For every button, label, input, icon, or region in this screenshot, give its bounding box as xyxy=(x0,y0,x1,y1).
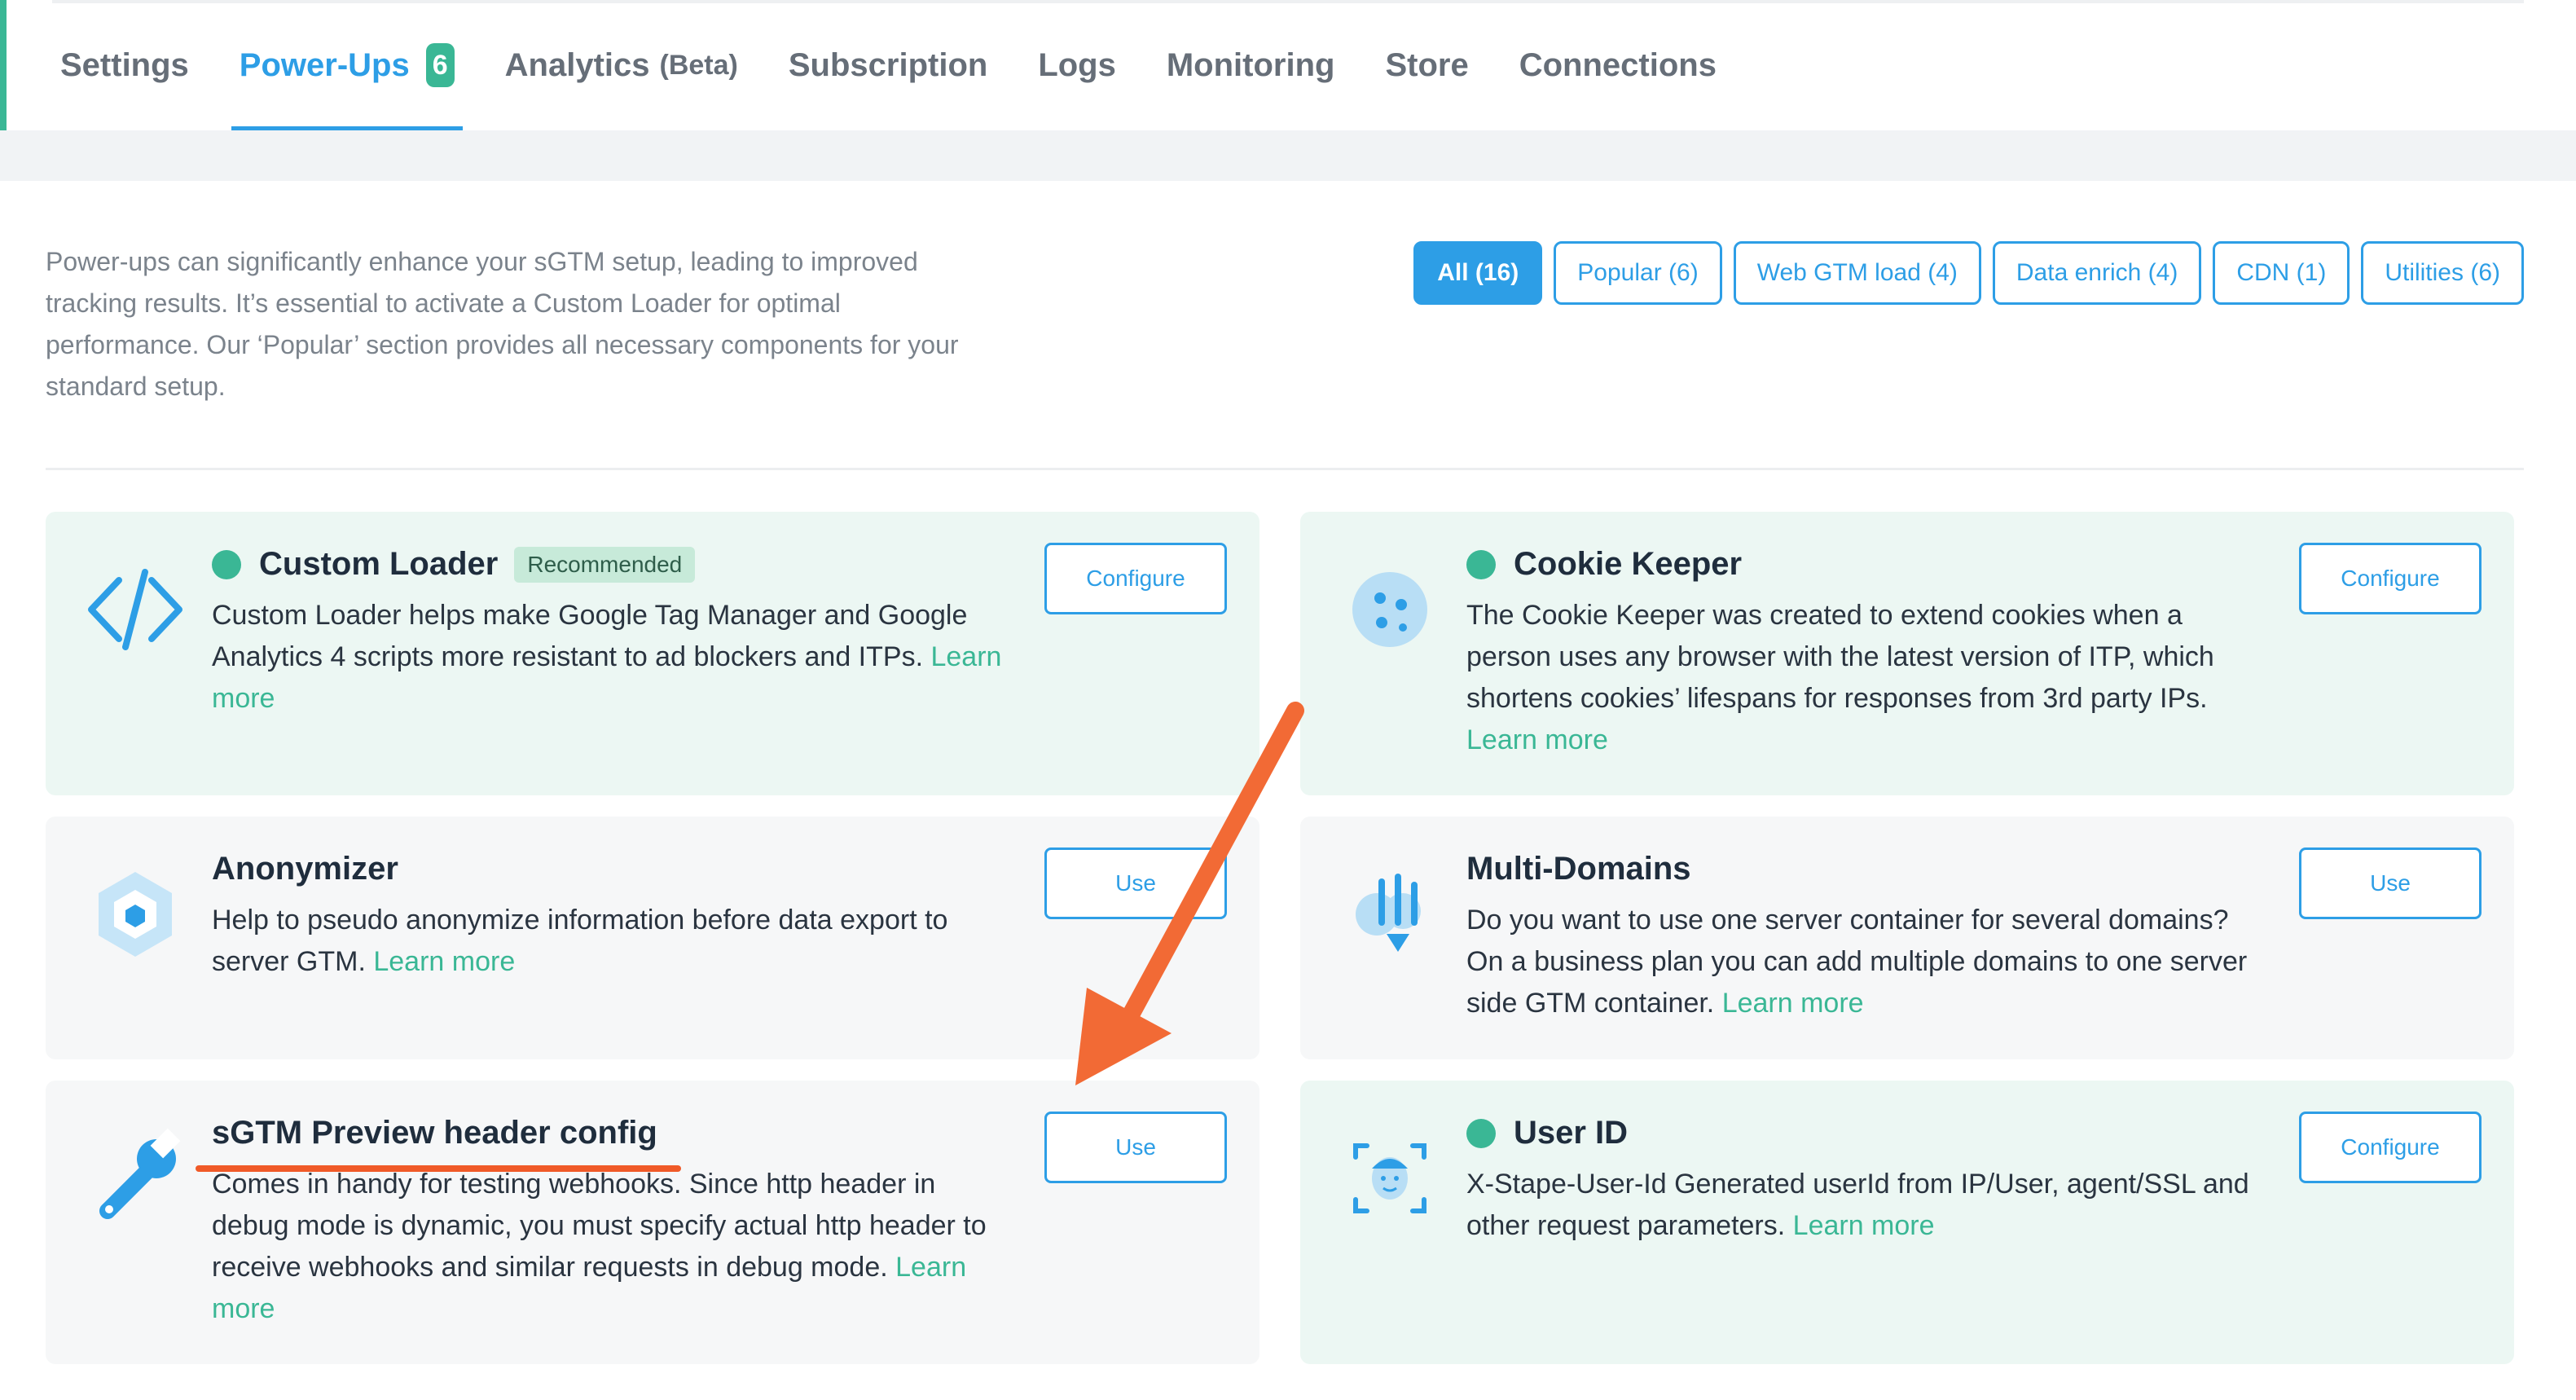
hexagon-icon xyxy=(99,872,172,957)
card-user-id: User ID X-Stape-User-Id Generated userId… xyxy=(1300,1081,2514,1364)
section-separator xyxy=(0,130,2576,181)
description-text: Custom Loader helps make Google Tag Mana… xyxy=(212,600,968,672)
tab-settings[interactable]: Settings xyxy=(52,0,197,130)
tab-label: Connections xyxy=(1519,46,1717,83)
card-multi-domains: Multi-Domains Do you want to use one ser… xyxy=(1300,817,2514,1059)
beta-label: (Beta) xyxy=(659,49,738,81)
card-title-row: sGTM Preview header config xyxy=(212,1115,657,1151)
card-title-row: Multi-Domains xyxy=(1466,851,1691,887)
tab-label: Power-Ups xyxy=(239,46,410,83)
card-title: sGTM Preview header config xyxy=(212,1115,657,1151)
card-title-row: Custom Loader Recommended xyxy=(212,546,696,583)
learn-more-link[interactable]: Learn more xyxy=(1722,988,1864,1019)
card-description: Help to pseudo anonymize information bef… xyxy=(212,900,1010,983)
code-icon xyxy=(88,569,182,650)
configure-button[interactable]: Configure xyxy=(2299,543,2481,614)
tab-connections[interactable]: Connections xyxy=(1511,0,1725,130)
configure-button[interactable]: Configure xyxy=(1044,543,1227,614)
card-description: Do you want to use one server container … xyxy=(1466,900,2265,1024)
card-description: Comes in handy for testing webhooks. Sin… xyxy=(212,1164,1010,1330)
filter-all[interactable]: All (16) xyxy=(1413,241,1543,305)
intro-text: Power-ups can significantly enhance your… xyxy=(46,247,959,401)
tab-label: Monitoring xyxy=(1166,46,1335,83)
tab-subscription[interactable]: Subscription xyxy=(780,0,996,130)
active-status-dot xyxy=(1466,1118,1496,1148)
use-button[interactable]: Use xyxy=(1044,1112,1227,1183)
tab-store[interactable]: Store xyxy=(1377,0,1476,130)
tab-bar: Settings Power-Ups 6 Analytics (Beta) Su… xyxy=(52,0,1759,130)
tab-label: Store xyxy=(1385,46,1469,83)
card-title: Multi-Domains xyxy=(1466,851,1691,887)
card-title: User ID xyxy=(1514,1115,1629,1151)
annotation-underline xyxy=(196,1165,681,1172)
filter-popular[interactable]: Popular (6) xyxy=(1554,241,1722,305)
active-indicator-bar xyxy=(0,0,7,130)
filter-data-enrich[interactable]: Data enrich (4) xyxy=(1992,241,2202,305)
card-title-row: Anonymizer xyxy=(212,851,398,887)
active-status-dot xyxy=(212,549,241,579)
filter-bar: All (16) Popular (6) Web GTM load (4) Da… xyxy=(1413,241,2524,305)
learn-more-link[interactable]: Learn more xyxy=(1793,1210,1935,1241)
card-title: Cookie Keeper xyxy=(1514,546,1743,582)
learn-more-link[interactable]: Learn more xyxy=(1466,724,1608,755)
tab-label: Analytics xyxy=(504,46,650,83)
active-status-dot xyxy=(1466,549,1496,579)
count-badge: 6 xyxy=(425,43,455,87)
tab-label: Subscription xyxy=(788,46,988,83)
card-title-row: Cookie Keeper xyxy=(1466,546,1742,583)
description-text: Comes in handy for testing webhooks. Sin… xyxy=(212,1169,987,1283)
filter-utilities[interactable]: Utilities (6) xyxy=(2361,241,2524,305)
card-title-row: User ID xyxy=(1466,1115,1628,1151)
use-button[interactable]: Use xyxy=(2299,847,2481,919)
tab-label: Settings xyxy=(60,46,189,83)
card-cookie-keeper: Cookie Keeper The Cookie Keeper was crea… xyxy=(1300,512,2514,795)
wrench-icon xyxy=(99,1128,181,1219)
recommended-badge: Recommended xyxy=(514,546,696,583)
tab-power-ups[interactable]: Power-Ups 6 xyxy=(231,0,463,130)
description-text: Help to pseudo anonymize information bef… xyxy=(212,905,948,977)
tab-analytics[interactable]: Analytics (Beta) xyxy=(497,0,746,130)
filter-cdn[interactable]: CDN (1) xyxy=(2213,241,2350,305)
card-title: Custom Loader xyxy=(259,546,499,582)
card-title: Anonymizer xyxy=(212,851,398,887)
tab-logs[interactable]: Logs xyxy=(1030,0,1124,130)
multi-domains-icon xyxy=(1356,874,1421,952)
card-description: The Cookie Keeper was created to extend … xyxy=(1466,595,2265,761)
configure-button[interactable]: Configure xyxy=(2299,1112,2481,1183)
learn-more-link[interactable]: Learn more xyxy=(373,946,515,977)
card-description: X-Stape-User-Id Generated userId from IP… xyxy=(1466,1164,2265,1247)
card-description: Custom Loader helps make Google Tag Mana… xyxy=(212,595,1010,720)
description-text: The Cookie Keeper was created to extend … xyxy=(1466,600,2214,714)
tab-monitoring[interactable]: Monitoring xyxy=(1158,0,1343,130)
tab-label: Logs xyxy=(1038,46,1116,83)
card-sgtm-preview-header: sGTM Preview header config Comes in hand… xyxy=(46,1081,1259,1364)
filter-web-gtm-load[interactable]: Web GTM load (4) xyxy=(1733,241,1981,305)
cookie-icon xyxy=(1352,572,1427,647)
annotation-arrow xyxy=(1075,702,1304,1085)
content-divider xyxy=(46,468,2524,470)
face-scan-icon xyxy=(1353,1143,1426,1213)
